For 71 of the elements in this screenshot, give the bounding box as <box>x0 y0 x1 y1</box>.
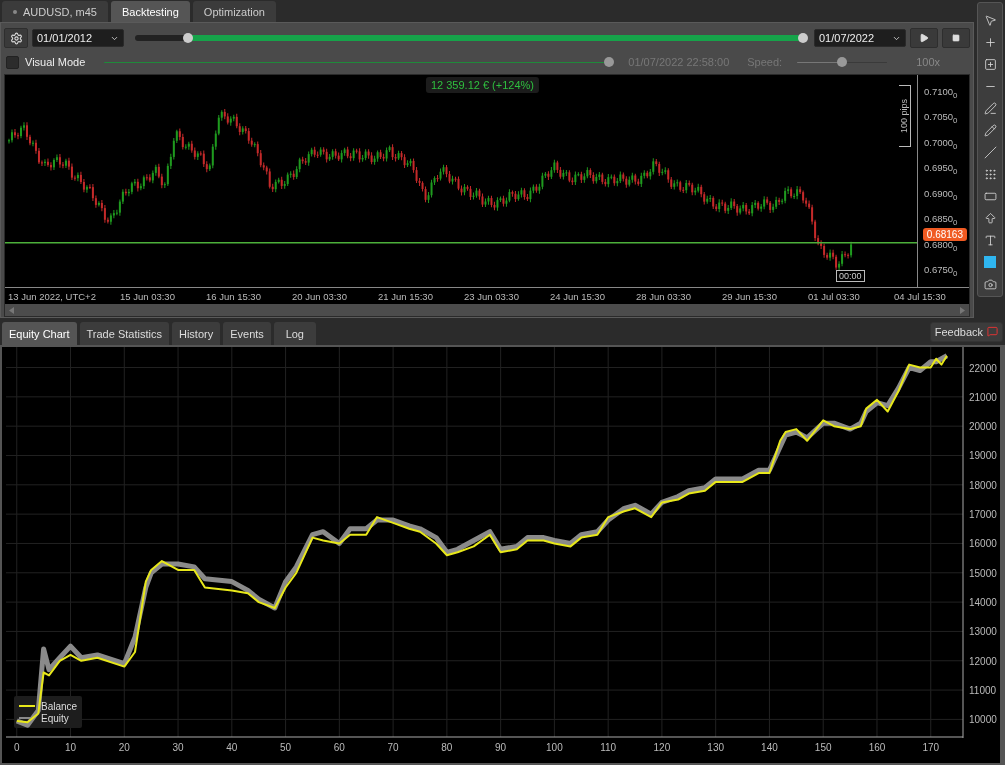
price-axis-label: 0.6750$_{0}$ <box>924 264 958 279</box>
pips-bracket: 100 pips <box>899 85 911 147</box>
x-axis-label: 60 <box>333 742 345 753</box>
price-axis-label: 0.6850$_{0}$ <box>924 213 958 228</box>
x-axis-label: 160 <box>868 742 886 753</box>
y-axis-label: 17000 <box>969 509 997 521</box>
x-axis-label: 140 <box>761 742 778 753</box>
x-axis-label: 90 <box>495 742 507 753</box>
x-axis-label: 10 <box>64 742 77 753</box>
x-axis-label: 130 <box>707 742 725 753</box>
y-axis-label: 16000 <box>969 538 997 550</box>
x-axis-label: 110 <box>600 742 617 753</box>
time-axis-label: 01 Jul 03:30 <box>808 290 861 304</box>
y-axis-label: 21000 <box>969 391 997 403</box>
price-axis-label: 0.6900$_{0}$ <box>924 187 958 202</box>
price-axis-label: 0.7100$_{0}$ <box>924 86 958 100</box>
y-axis-label: 22000 <box>969 362 997 374</box>
y-axis-label: 14000 <box>969 597 997 609</box>
time-marker: 00:00 <box>836 270 865 282</box>
price-axis-label: 0.6800$_{0}$ <box>924 238 958 253</box>
start-date-field[interactable]: 01/01/2012 <box>32 29 124 47</box>
y-axis-label: 10000 <box>969 714 997 726</box>
x-axis-label: 70 <box>387 742 399 753</box>
x-axis-label: 0 <box>13 742 20 753</box>
time-axis-label: 20 Jun 03:30 <box>292 290 348 304</box>
tab[interactable]: Backtesting <box>110 1 190 22</box>
time-axis-label: 16 Jun 15:30 <box>206 290 262 304</box>
y-axis-label: 12000 <box>969 655 997 667</box>
time-axis-label: 15 Jun 03:30 <box>120 290 176 304</box>
x-axis-label: 20 <box>118 742 130 753</box>
y-axis-label: 13000 <box>969 626 997 638</box>
tab[interactable]: AUDUSD, m45 <box>2 1 108 22</box>
y-axis-label: 18000 <box>969 479 997 491</box>
profit-badge: 12 359.12 € (+124%) <box>425 77 539 93</box>
legend-label: Equity <box>41 713 69 724</box>
x-axis-label: 170 <box>922 742 940 753</box>
price-axis-label: 0.7050$_{0}$ <box>924 111 958 126</box>
end-date-field[interactable]: 01/07/2022 <box>814 29 906 47</box>
time-axis-label: 28 Jun 03:30 <box>636 290 692 304</box>
x-axis-label: 120 <box>653 742 671 753</box>
y-axis-label: 20000 <box>969 421 997 433</box>
feedback-button[interactable]: Feedback <box>929 321 1003 342</box>
tab[interactable]: History <box>171 322 221 345</box>
x-axis-label: 50 <box>280 742 292 753</box>
y-axis-label: 15000 <box>969 567 997 579</box>
time-axis-label: 29 Jun 15:30 <box>722 290 778 304</box>
time-axis-label: 23 Jun 03:30 <box>464 290 520 304</box>
checkbox-label: Visual Mode <box>25 56 86 68</box>
time-axis-label: 04 Jul 15:30 <box>894 290 947 304</box>
time-axis-label: 21 Jun 15:30 <box>378 290 434 304</box>
x-axis-label: 30 <box>172 742 184 753</box>
price-axis-label: 0.7000$_{0}$ <box>924 136 958 151</box>
x-axis-label: 40 <box>226 742 238 753</box>
legend-label: Balance <box>41 701 78 712</box>
time-axis-label: 24 Jun 15:30 <box>550 290 606 304</box>
tab[interactable]: Equity Chart <box>2 322 77 345</box>
tab[interactable]: Trade Statistics <box>79 322 169 345</box>
x-axis-label: 150 <box>814 742 832 753</box>
speed-value: 100x <box>916 56 940 68</box>
tab[interactable]: Events <box>223 322 271 345</box>
price-axis-label: 0.6950$_{0}$ <box>924 162 958 177</box>
x-axis-label: 80 <box>441 742 453 753</box>
current-price-tag: 0.68163 <box>922 228 967 241</box>
x-axis-label: 100 <box>546 742 563 753</box>
tab[interactable]: Log <box>273 322 316 345</box>
date-value: 01/07/2022 <box>819 32 875 44</box>
y-axis-label: 11000 <box>969 685 997 697</box>
y-axis-label: 19000 <box>969 450 997 462</box>
time-axis-label: 13 Jun 2022, UTC+2 <box>8 290 97 304</box>
tab[interactable]: Optimization <box>192 1 276 22</box>
date-value: 01/01/2012 <box>37 32 93 44</box>
